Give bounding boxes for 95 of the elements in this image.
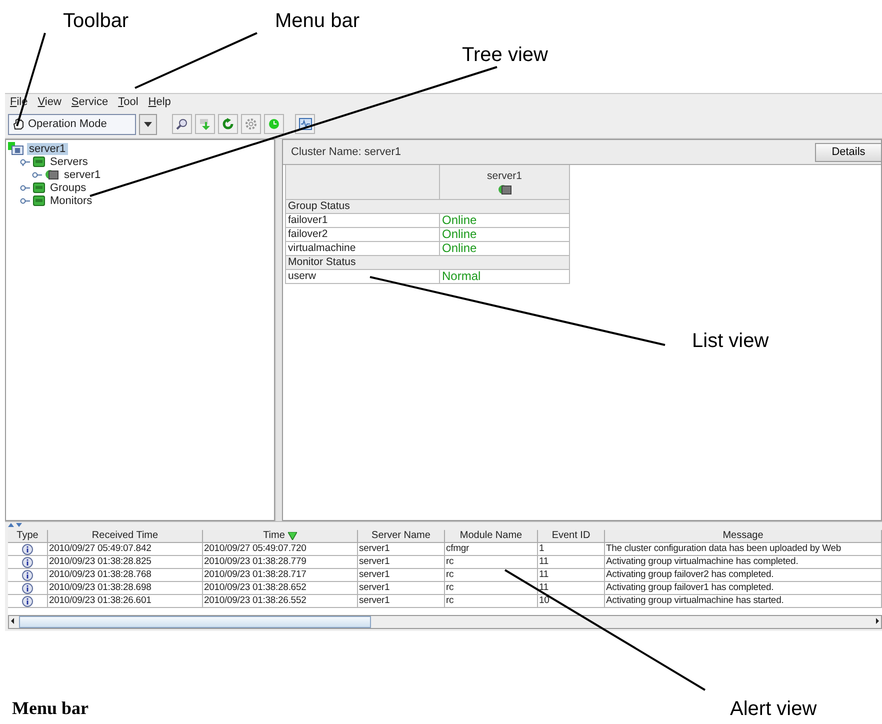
name-cell: failover1: [285, 214, 440, 228]
server-name-cell: server1: [358, 556, 445, 569]
event-id-cell: 11: [538, 556, 605, 569]
module-name-cell: rc: [445, 595, 538, 608]
status-cell: Normal: [440, 270, 570, 284]
info-icon: [22, 570, 33, 580]
details-button[interactable]: Details: [815, 142, 881, 162]
received-time-cell: 2010/09/23 01:38:26.601: [48, 595, 203, 608]
cluster-name: Cluster Name: server1: [291, 146, 402, 158]
event-id-cell: 11: [538, 582, 605, 595]
menu-item[interactable]: View: [38, 96, 62, 108]
collapse-arrows-icon[interactable]: [8, 522, 22, 530]
tree-item[interactable]: server1: [27, 142, 68, 154]
message-cell: Activating group failover1 has completed.: [605, 582, 882, 595]
menu-item[interactable]: Tool: [118, 96, 138, 108]
menu-item[interactable]: Service: [71, 96, 108, 108]
server-icon: [498, 184, 512, 194]
server-header-cell: server1: [440, 165, 570, 200]
collapsed-node-icon[interactable]: [32, 170, 42, 178]
module-name-cell: rc: [445, 569, 538, 582]
column-header[interactable]: Message: [605, 530, 882, 543]
download-arrow-icon: [199, 118, 211, 130]
scrollbar-thumb[interactable]: [19, 616, 371, 628]
server-name-cell: server1: [358, 569, 445, 582]
status-cell: Online: [440, 214, 570, 228]
scroll-right-icon[interactable]: [873, 616, 881, 626]
column-header[interactable]: Event ID: [538, 530, 605, 543]
time-cell: 2010/09/23 01:38:28.652: [203, 582, 358, 595]
event-id-cell: 11: [538, 569, 605, 582]
magnifier-icon: [176, 118, 188, 130]
message-cell: Activating group virtualmachine has completed.: [605, 556, 882, 569]
status-cell: Online: [440, 228, 570, 242]
event-id-cell: 10: [538, 595, 605, 608]
time-cell: 2010/09/23 01:38:28.779: [203, 556, 358, 569]
collapsed-node-icon[interactable]: [20, 184, 30, 192]
module-name-cell: rc: [445, 556, 538, 569]
sort-triangle-icon: [288, 532, 297, 540]
time-cell: 2010/09/23 01:38:26.552: [203, 595, 358, 608]
column-header[interactable]: Server Name: [358, 530, 445, 543]
message-cell: Activating group failover2 has completed.: [605, 569, 882, 582]
callout-label: List view: [692, 330, 769, 353]
server-name-cell: server1: [358, 595, 445, 608]
server-name-cell: server1: [358, 582, 445, 595]
info-icon: [22, 556, 33, 568]
menu-item[interactable]: Help: [148, 96, 171, 108]
info-icon: [22, 582, 33, 594]
collapsed-node-icon[interactable]: [20, 196, 30, 204]
server-group-icon: [33, 182, 45, 193]
time-cell: 2010/09/23 01:38:28.717: [203, 569, 358, 582]
horizontal-scrollbar[interactable]: [8, 615, 882, 629]
server-name-cell: server1: [358, 543, 445, 556]
toolbar-button[interactable]: [295, 114, 315, 134]
message-cell: Activating group virtualmachine has started.: [605, 595, 882, 608]
callout-label: Tree view: [462, 44, 548, 67]
hand-icon: [13, 118, 24, 130]
info-icon: [22, 596, 33, 606]
name-cell: failover2: [285, 228, 440, 242]
section-row: Group Status: [285, 200, 570, 214]
callout-label: Alert view: [730, 698, 817, 721]
gear-icon: [245, 118, 257, 130]
section-row: Monitor Status: [285, 256, 570, 270]
info-icon: [22, 544, 33, 554]
message-cell: The cluster configuration data has been uploaded by Web: [605, 543, 882, 556]
refresh-icon: [222, 118, 234, 130]
received-time-cell: 2010/09/27 05:49:07.842: [48, 543, 203, 556]
tree-item[interactable]: server1: [62, 168, 103, 180]
server-group-icon: [33, 195, 45, 206]
expanded-node-icon[interactable]: [20, 158, 30, 166]
clock-icon: [268, 118, 280, 130]
received-time-cell: 2010/09/23 01:38:28.698: [48, 582, 203, 595]
tree-item[interactable]: Servers: [48, 156, 90, 168]
module-name-cell: rc: [445, 582, 538, 595]
event-id-cell: 1: [538, 543, 605, 556]
column-header[interactable]: Module Name: [445, 530, 538, 543]
mode-select[interactable]: Operation Mode: [8, 114, 136, 134]
server-icon: [45, 169, 59, 180]
tree-item[interactable]: Groups: [48, 182, 88, 194]
dropdown-button[interactable]: [139, 114, 157, 134]
caret-icon: [144, 122, 152, 126]
received-time-cell: 2010/09/23 01:38:28.825: [48, 556, 203, 569]
scroll-left-icon[interactable]: [9, 616, 17, 626]
tree-item[interactable]: Monitors: [48, 194, 94, 206]
time-cell: 2010/09/27 05:49:07.720: [203, 543, 358, 556]
server-group-icon: [33, 156, 45, 167]
column-header[interactable]: Time: [203, 530, 358, 543]
toolbar-button[interactable]: [172, 114, 192, 134]
column-header[interactable]: Type: [8, 530, 48, 543]
callout-label: Toolbar: [63, 10, 129, 33]
section-heading: Menu bar: [12, 698, 88, 719]
name-cell: userw: [285, 270, 440, 284]
module-name-cell: cfmgr: [445, 543, 538, 556]
cluster-icon: [8, 142, 24, 155]
column-header[interactable]: Received Time: [48, 530, 203, 543]
callout-label: Menu bar: [275, 10, 360, 33]
received-time-cell: 2010/09/23 01:38:28.768: [48, 569, 203, 582]
